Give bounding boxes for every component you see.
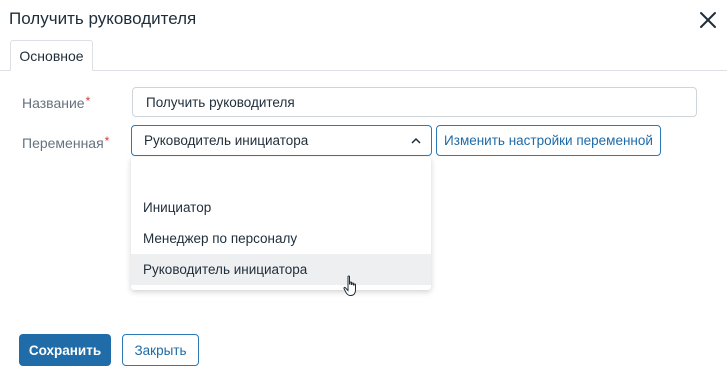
dropdown-option-hr-manager[interactable]: Менеджер по персоналу <box>131 223 431 254</box>
name-label: Название* <box>22 94 90 111</box>
hand-pointer-icon <box>343 275 356 296</box>
tab-bar: Основное <box>0 40 727 71</box>
required-mark: * <box>104 134 110 148</box>
required-mark: * <box>85 94 91 108</box>
dropdown-option-initiator[interactable]: Инициатор <box>131 192 431 223</box>
variable-label: Переменная* <box>22 134 109 151</box>
close-button[interactable] <box>697 9 719 31</box>
change-variable-settings-button[interactable]: Изменить настройки переменной <box>436 125 661 156</box>
variable-select[interactable]: Руководитель инициатора <box>131 125 432 156</box>
close-icon <box>700 12 716 28</box>
name-input[interactable]: Получить руководителя <box>132 87 697 117</box>
save-button[interactable]: Сохранить <box>19 334 111 366</box>
dropdown-option-initiator-manager[interactable]: Руководитель инициатора <box>131 254 431 285</box>
dialog-title: Получить руководителя <box>9 9 197 28</box>
tab-main[interactable]: Основное <box>10 40 93 71</box>
dropdown-option-empty[interactable] <box>131 161 431 192</box>
cancel-button[interactable]: Закрыть <box>122 334 199 366</box>
variable-select-value: Руководитель инициатора <box>144 133 309 148</box>
variable-dropdown: Инициатор Менеджер по персоналу Руководи… <box>131 157 431 290</box>
variable-label-text: Переменная <box>22 135 104 151</box>
chevron-up-icon <box>411 137 421 144</box>
name-label-text: Название <box>22 95 85 111</box>
